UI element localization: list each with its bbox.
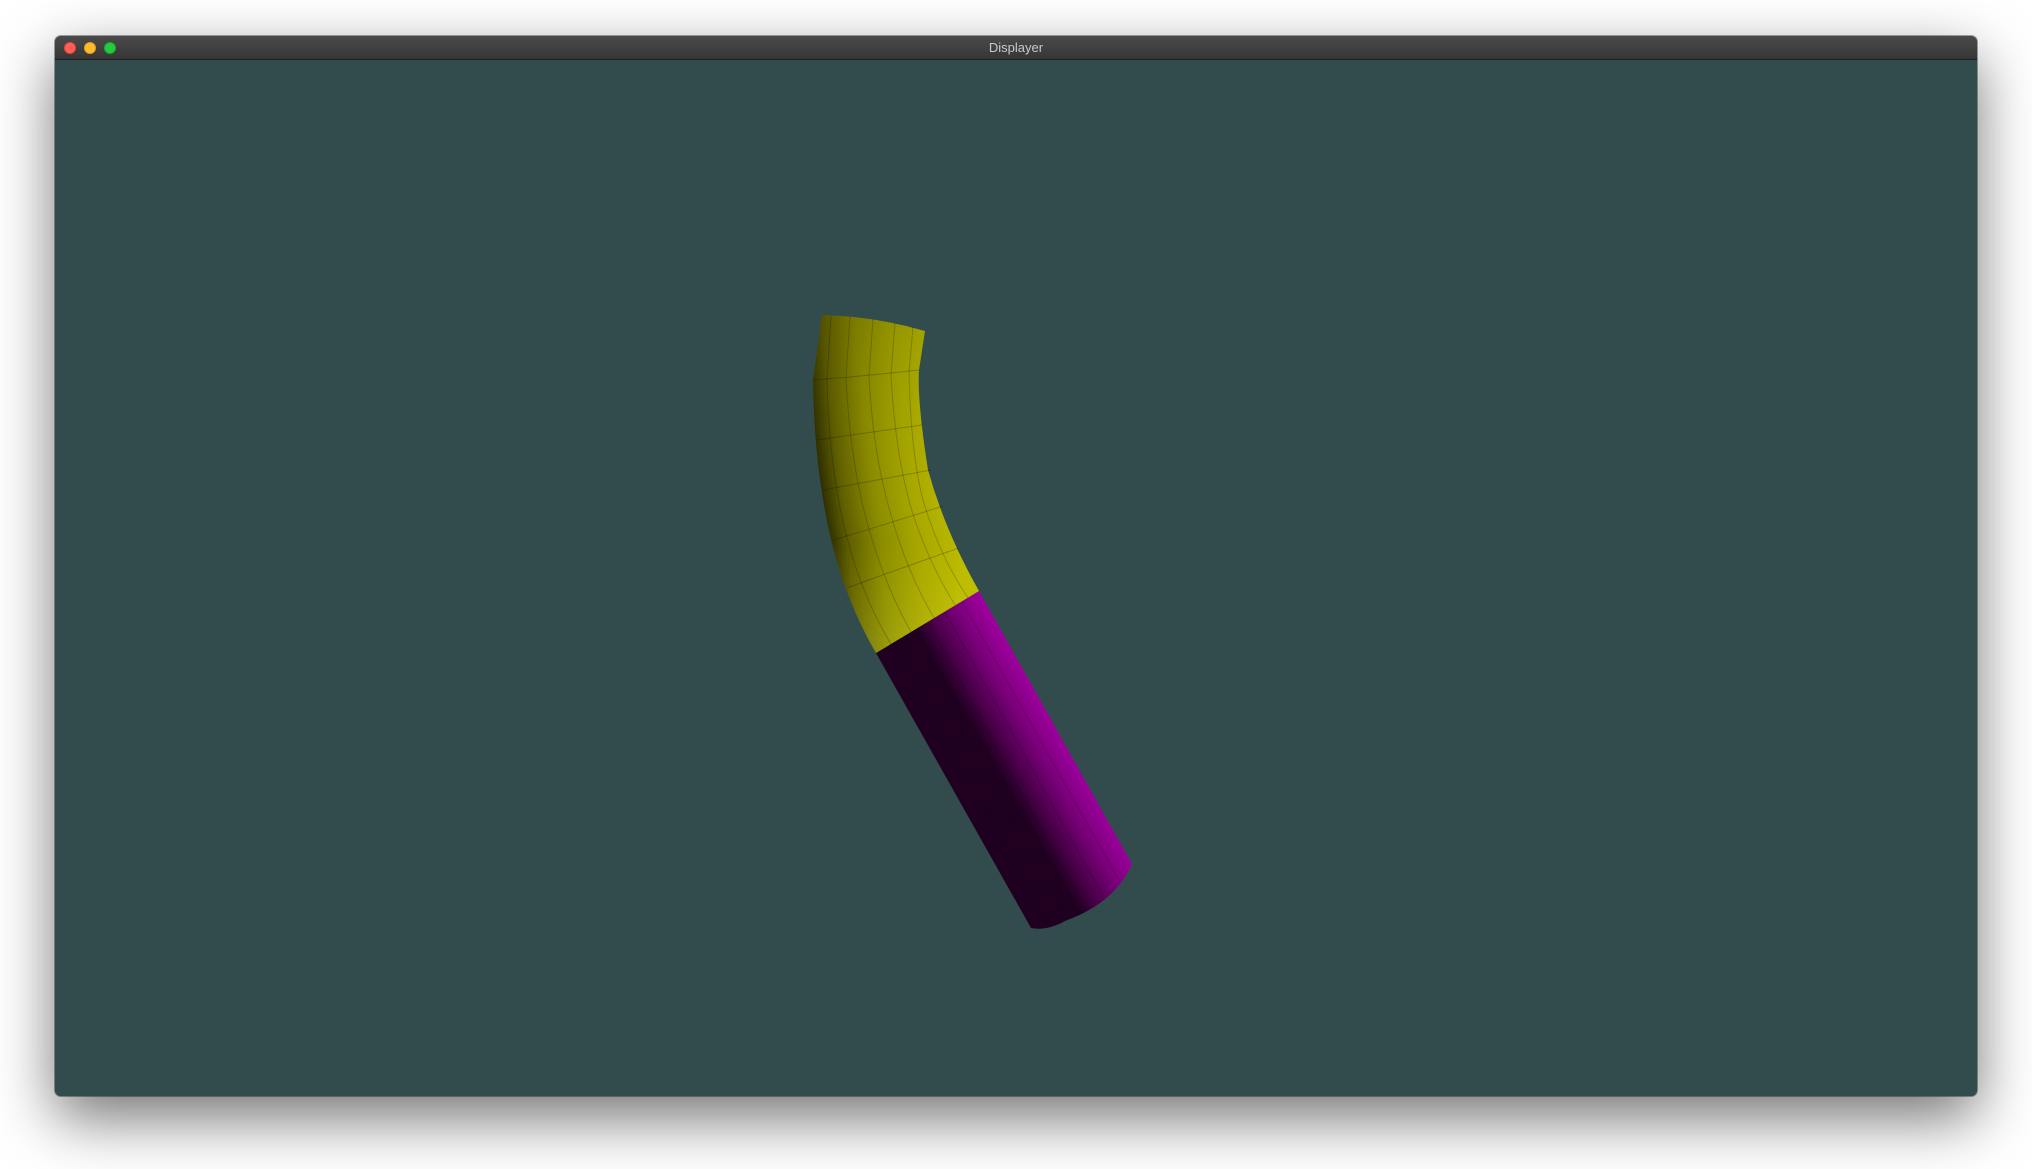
3d-viewport[interactable] [55, 60, 1977, 1096]
scene-canvas [812, 315, 1132, 929]
title-bar[interactable]: Displayer [55, 36, 1977, 60]
upper-bent-segment [812, 315, 979, 653]
displayer-window: Displayer [55, 36, 1977, 1096]
window-title: Displayer [988, 40, 1044, 55]
lower-straight-segment [876, 591, 1132, 929]
